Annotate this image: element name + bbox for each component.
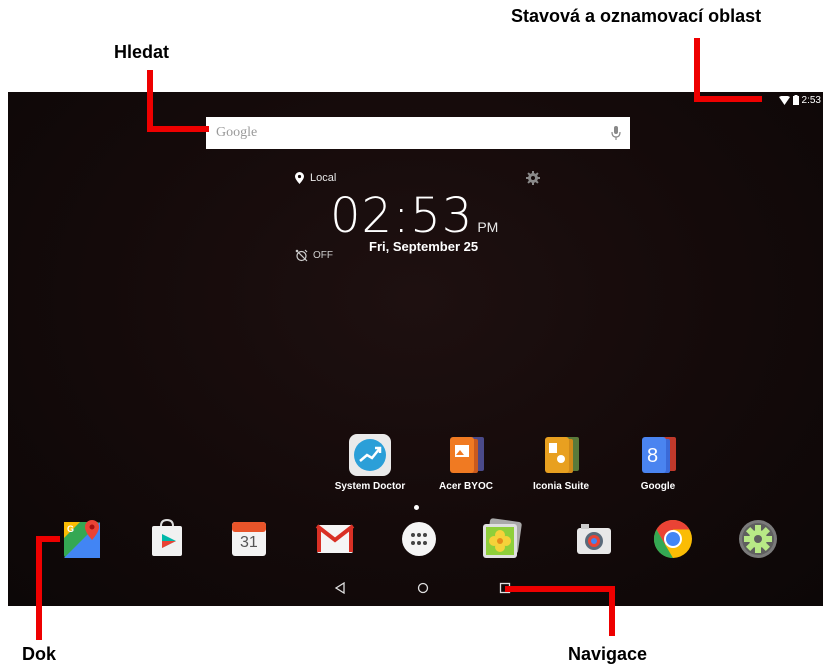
dock-camera[interactable] <box>571 516 617 562</box>
callout-line-nav <box>609 586 615 636</box>
app-drawer-icon <box>402 522 436 556</box>
app-label: Acer BYOC <box>439 481 493 492</box>
acer-byoc-icon <box>444 433 488 477</box>
svg-text:G: G <box>67 524 74 534</box>
callout-dock: Dok <box>22 644 57 664</box>
maps-icon: G <box>64 520 100 558</box>
dock-maps[interactable]: G <box>60 516 106 562</box>
google-folder-icon: 8 <box>636 433 680 477</box>
callout-line-dock <box>36 536 42 640</box>
widget-settings-gear-icon[interactable] <box>526 171 540 185</box>
dock-gmail[interactable] <box>312 516 358 562</box>
alarm-status: OFF <box>313 250 333 261</box>
app-system-doctor[interactable]: System Doctor <box>330 433 410 492</box>
location-label: Local <box>310 172 337 184</box>
dock-calendar[interactable]: 31 <box>226 516 272 562</box>
gmail-icon <box>315 524 355 553</box>
system-doctor-icon <box>348 433 392 477</box>
callout-navigation: Navigace <box>568 644 648 664</box>
callout-search: Hledat <box>114 42 170 62</box>
camera-icon <box>577 524 611 554</box>
app-label: System Doctor <box>334 481 406 492</box>
app-acer-byoc[interactable]: Acer BYOC <box>426 433 506 492</box>
back-icon[interactable] <box>334 582 346 594</box>
dock-settings[interactable] <box>735 516 781 562</box>
app-google-folder[interactable]: 8 Google <box>618 433 698 492</box>
play-store-icon <box>152 518 182 556</box>
dock-chrome[interactable] <box>650 516 696 562</box>
callout-status-area: Stavová a oznamovací oblast <box>511 6 762 26</box>
callout-line-search <box>147 70 153 132</box>
callout-line-nav-h <box>505 586 615 592</box>
app-label: Iconia Suite <box>532 481 590 492</box>
app-label: Google <box>640 481 676 492</box>
dock-play-store[interactable] <box>144 516 190 562</box>
alarm-off-icon <box>295 249 308 262</box>
callout-line-dock-h <box>36 536 60 542</box>
alarm-row: OFF <box>295 249 333 262</box>
settings-icon <box>739 520 777 558</box>
clock-widget[interactable]: Local 02:53 PM Fri, September 25 OFF <box>8 92 823 292</box>
gallery-icon <box>483 518 522 558</box>
dock-gallery[interactable] <box>478 516 524 562</box>
dock-app-drawer[interactable] <box>396 516 442 562</box>
svg-text:8: 8 <box>647 445 658 467</box>
page-indicator <box>414 505 419 510</box>
app-iconia-suite[interactable]: Iconia Suite <box>521 433 601 492</box>
chrome-icon <box>653 519 692 559</box>
location-pin-icon <box>295 172 304 184</box>
tablet-home-screen: 2:53 Google Local 02:53 PM Fri, Septembe… <box>8 92 823 606</box>
clock-date: Fri, September 25 <box>369 239 479 254</box>
location-row: Local <box>295 172 336 184</box>
clock-digits: 02:53 <box>330 188 474 244</box>
callout-line-status <box>694 38 700 102</box>
calendar-day: 31 <box>240 534 258 551</box>
callout-line-search-h <box>147 126 209 132</box>
home-icon[interactable] <box>417 582 429 594</box>
iconia-suite-icon <box>539 433 583 477</box>
clock-time: 02:53 PM <box>330 188 498 244</box>
clock-ampm: PM <box>477 219 499 235</box>
callout-line-status-h <box>694 96 762 102</box>
